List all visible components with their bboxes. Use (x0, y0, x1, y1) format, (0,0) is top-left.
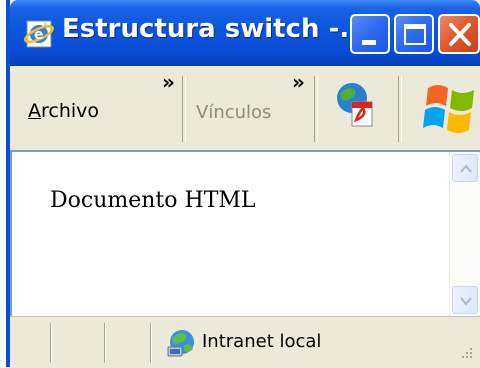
internet-explorer-icon: e (23, 16, 58, 50)
chevron-up-icon (460, 164, 472, 173)
document-text: Documento HTML (50, 188, 256, 213)
pdf-icon[interactable] (332, 80, 378, 134)
links-chevron[interactable]: » (292, 70, 305, 94)
resize-grip-icon[interactable] (458, 344, 474, 364)
chevron-down-icon (460, 297, 472, 306)
browser-window: e Estructura switch -... » Archivo » Vín… (6, 0, 480, 368)
toolbar-separator (398, 76, 402, 142)
toolbar-separator (314, 76, 318, 142)
minimize-icon (362, 40, 376, 45)
close-button[interactable] (438, 14, 480, 54)
menu-file[interactable]: Archivo (28, 100, 99, 122)
close-icon (449, 23, 471, 46)
maximize-button[interactable] (394, 14, 434, 54)
menu-file-label: rchivo (41, 100, 100, 122)
intranet-zone-icon (166, 327, 198, 361)
menu-chevron[interactable]: » (162, 70, 175, 94)
menu-file-accelerator: A (28, 100, 41, 122)
minimize-button[interactable] (350, 14, 390, 54)
windows-flag-icon (420, 80, 480, 140)
scroll-up-button[interactable] (452, 154, 478, 182)
status-pane (104, 323, 106, 363)
security-zone-label: Intranet local (202, 331, 322, 352)
links-label[interactable]: Vínculos (196, 102, 271, 123)
title-bar[interactable]: e Estructura switch -... (10, 0, 480, 66)
document-view[interactable]: Documento HTML (10, 150, 480, 316)
window-title: Estructura switch -... (62, 14, 369, 44)
maximize-icon (404, 24, 426, 45)
status-bar: Intranet local (10, 316, 480, 368)
vertical-scrollbar[interactable] (449, 152, 480, 316)
status-pane (50, 323, 52, 363)
toolbar: » Archivo » Vínculos (10, 66, 480, 151)
status-pane (150, 323, 152, 363)
toolbar-separator (182, 76, 186, 142)
scroll-down-button[interactable] (452, 286, 478, 314)
svg-text:e: e (34, 27, 44, 43)
